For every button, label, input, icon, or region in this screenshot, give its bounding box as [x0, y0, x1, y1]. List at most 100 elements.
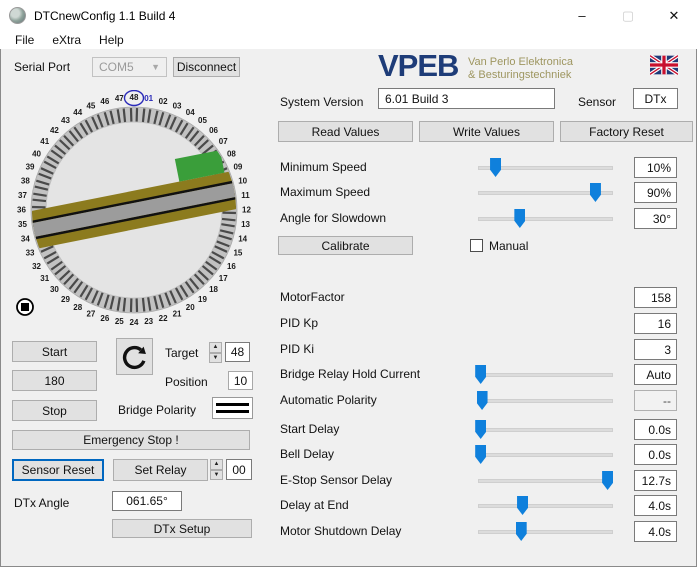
- rotate-direction-button[interactable]: [116, 338, 153, 375]
- serial-port-select[interactable]: COM5 ▼: [92, 57, 167, 77]
- close-button[interactable]: ✕: [651, 0, 697, 31]
- stop-button[interactable]: Stop: [12, 400, 97, 421]
- menu-help[interactable]: Help: [90, 31, 133, 49]
- rotate-180-button[interactable]: 180: [12, 370, 97, 391]
- factory-reset-button[interactable]: Factory Reset: [560, 121, 693, 142]
- start-delay-slider-track[interactable]: [478, 428, 613, 432]
- home-position-icon[interactable]: [15, 297, 35, 317]
- dial-number-06[interactable]: 06: [209, 126, 218, 135]
- bridge-relay-hold-current-slider-thumb[interactable]: [475, 365, 486, 384]
- set-relay-button[interactable]: Set Relay: [113, 459, 208, 481]
- write-values-button[interactable]: Write Values: [419, 121, 554, 142]
- bell-delay-slider-thumb[interactable]: [475, 445, 486, 464]
- dial-number-41[interactable]: 41: [40, 137, 49, 146]
- start-button[interactable]: Start: [12, 341, 97, 362]
- dial-number-25[interactable]: 25: [115, 317, 124, 326]
- dial-number-12[interactable]: 12: [242, 206, 251, 215]
- dial-number-26[interactable]: 26: [100, 314, 109, 323]
- target-value-field[interactable]: 48: [225, 342, 250, 362]
- minimize-button[interactable]: –: [559, 0, 605, 31]
- calibrate-button[interactable]: Calibrate: [278, 236, 413, 255]
- angle-for-slowdown-slider-track[interactable]: [478, 217, 613, 221]
- target-spin-down-icon[interactable]: ▼: [209, 353, 222, 364]
- dial-number-39[interactable]: 39: [26, 162, 35, 171]
- relay-value-field[interactable]: 00: [226, 459, 252, 480]
- target-spin-up-icon[interactable]: ▲: [209, 342, 222, 353]
- dial-number-34[interactable]: 34: [21, 235, 30, 244]
- dial-number-20[interactable]: 20: [186, 303, 195, 312]
- dial-number-19[interactable]: 19: [198, 295, 207, 304]
- dial-number-37[interactable]: 37: [18, 191, 27, 200]
- dial-number-02[interactable]: 02: [159, 97, 168, 106]
- dial-number-08[interactable]: 08: [227, 149, 236, 158]
- dtx-setup-button[interactable]: DTx Setup: [112, 519, 252, 538]
- dial-number-38[interactable]: 38: [21, 176, 30, 185]
- emergency-stop-button[interactable]: Emergency Stop !: [12, 430, 250, 450]
- start-delay-slider-thumb[interactable]: [475, 420, 486, 439]
- dial-number-07[interactable]: 07: [219, 137, 228, 146]
- automatic-polarity-slider-thumb[interactable]: [477, 391, 488, 410]
- dial-number-33[interactable]: 33: [26, 249, 35, 258]
- dial-number-03[interactable]: 03: [173, 102, 182, 111]
- dial-number-43[interactable]: 43: [61, 116, 70, 125]
- dial-number-04[interactable]: 04: [186, 108, 195, 117]
- dial-number-10[interactable]: 10: [238, 176, 247, 185]
- dial-number-35[interactable]: 35: [18, 220, 27, 229]
- dial-number-31[interactable]: 31: [40, 274, 49, 283]
- dial-number-05[interactable]: 05: [198, 116, 207, 125]
- dial-number-18[interactable]: 18: [209, 285, 218, 294]
- dial-number-13[interactable]: 13: [241, 220, 250, 229]
- dial-number-42[interactable]: 42: [50, 126, 59, 135]
- dial-number-16[interactable]: 16: [227, 262, 236, 271]
- dial-number-09[interactable]: 09: [233, 162, 242, 171]
- angle-for-slowdown-slider-thumb[interactable]: [514, 209, 525, 228]
- read-values-button[interactable]: Read Values: [278, 121, 413, 142]
- menu-file[interactable]: File: [6, 31, 43, 49]
- dial-number-40[interactable]: 40: [32, 149, 41, 158]
- dial-number-30[interactable]: 30: [50, 285, 59, 294]
- disconnect-button[interactable]: Disconnect: [173, 57, 240, 77]
- motor-shutdown-delay-slider-track[interactable]: [478, 530, 613, 534]
- uk-flag-icon[interactable]: [650, 55, 678, 75]
- delay-at-end-value: 4.0s: [634, 495, 677, 516]
- target-spinner[interactable]: ▲ ▼: [209, 342, 222, 363]
- dial-number-11[interactable]: 11: [241, 191, 250, 200]
- dial-number-17[interactable]: 17: [219, 274, 228, 283]
- motor-shutdown-delay-slider-thumb[interactable]: [516, 522, 527, 541]
- manual-checkbox[interactable]: [470, 239, 483, 252]
- system-version-field[interactable]: 6.01 Build 3: [378, 88, 555, 109]
- dial-number-21[interactable]: 21: [173, 309, 182, 318]
- minimum-speed-slider-thumb[interactable]: [490, 158, 501, 177]
- dial-number-29[interactable]: 29: [61, 295, 70, 304]
- dial-number-47[interactable]: 47: [115, 94, 124, 103]
- bridge-relay-hold-current-slider-track[interactable]: [478, 373, 613, 377]
- dial-number-46[interactable]: 46: [100, 97, 109, 106]
- delay-at-end-slider-track[interactable]: [478, 504, 613, 508]
- delay-at-end-slider-thumb[interactable]: [517, 496, 528, 515]
- dial-number-32[interactable]: 32: [32, 262, 41, 271]
- dial-number-48[interactable]: 48: [130, 93, 139, 102]
- title-bar: DTCnewConfig 1.1 Build 4 – ▢ ✕: [0, 0, 697, 31]
- sensor-reset-button[interactable]: Sensor Reset: [12, 459, 104, 481]
- dial-number-28[interactable]: 28: [73, 303, 82, 312]
- dial-number-22[interactable]: 22: [159, 314, 168, 323]
- relay-spin-up-icon[interactable]: ▲: [210, 459, 223, 470]
- menu-extra[interactable]: eXtra: [43, 31, 90, 49]
- dial-number-01[interactable]: 01: [144, 94, 153, 103]
- dial-number-14[interactable]: 14: [238, 235, 247, 244]
- dial-number-44[interactable]: 44: [73, 108, 82, 117]
- e-stop-sensor-delay-slider-thumb[interactable]: [602, 471, 613, 490]
- maximum-speed-slider-thumb[interactable]: [590, 183, 601, 202]
- e-stop-sensor-delay-slider-track[interactable]: [478, 479, 613, 483]
- turntable-dial[interactable]: 01 02 03 04050607 08 09 10 11 12 13 14 15 16 17181920…: [14, 90, 254, 330]
- dial-number-23[interactable]: 23: [144, 317, 153, 326]
- dial-number-45[interactable]: 45: [86, 102, 95, 111]
- automatic-polarity-slider-track[interactable]: [478, 399, 613, 403]
- dial-number-24[interactable]: 24: [130, 318, 139, 327]
- dial-number-15[interactable]: 15: [233, 249, 242, 258]
- bell-delay-slider-track[interactable]: [478, 453, 613, 457]
- relay-spin-down-icon[interactable]: ▼: [210, 470, 223, 481]
- relay-spinner[interactable]: ▲ ▼: [210, 459, 223, 480]
- dial-number-36[interactable]: 36: [17, 206, 26, 215]
- dial-number-27[interactable]: 27: [86, 309, 95, 318]
